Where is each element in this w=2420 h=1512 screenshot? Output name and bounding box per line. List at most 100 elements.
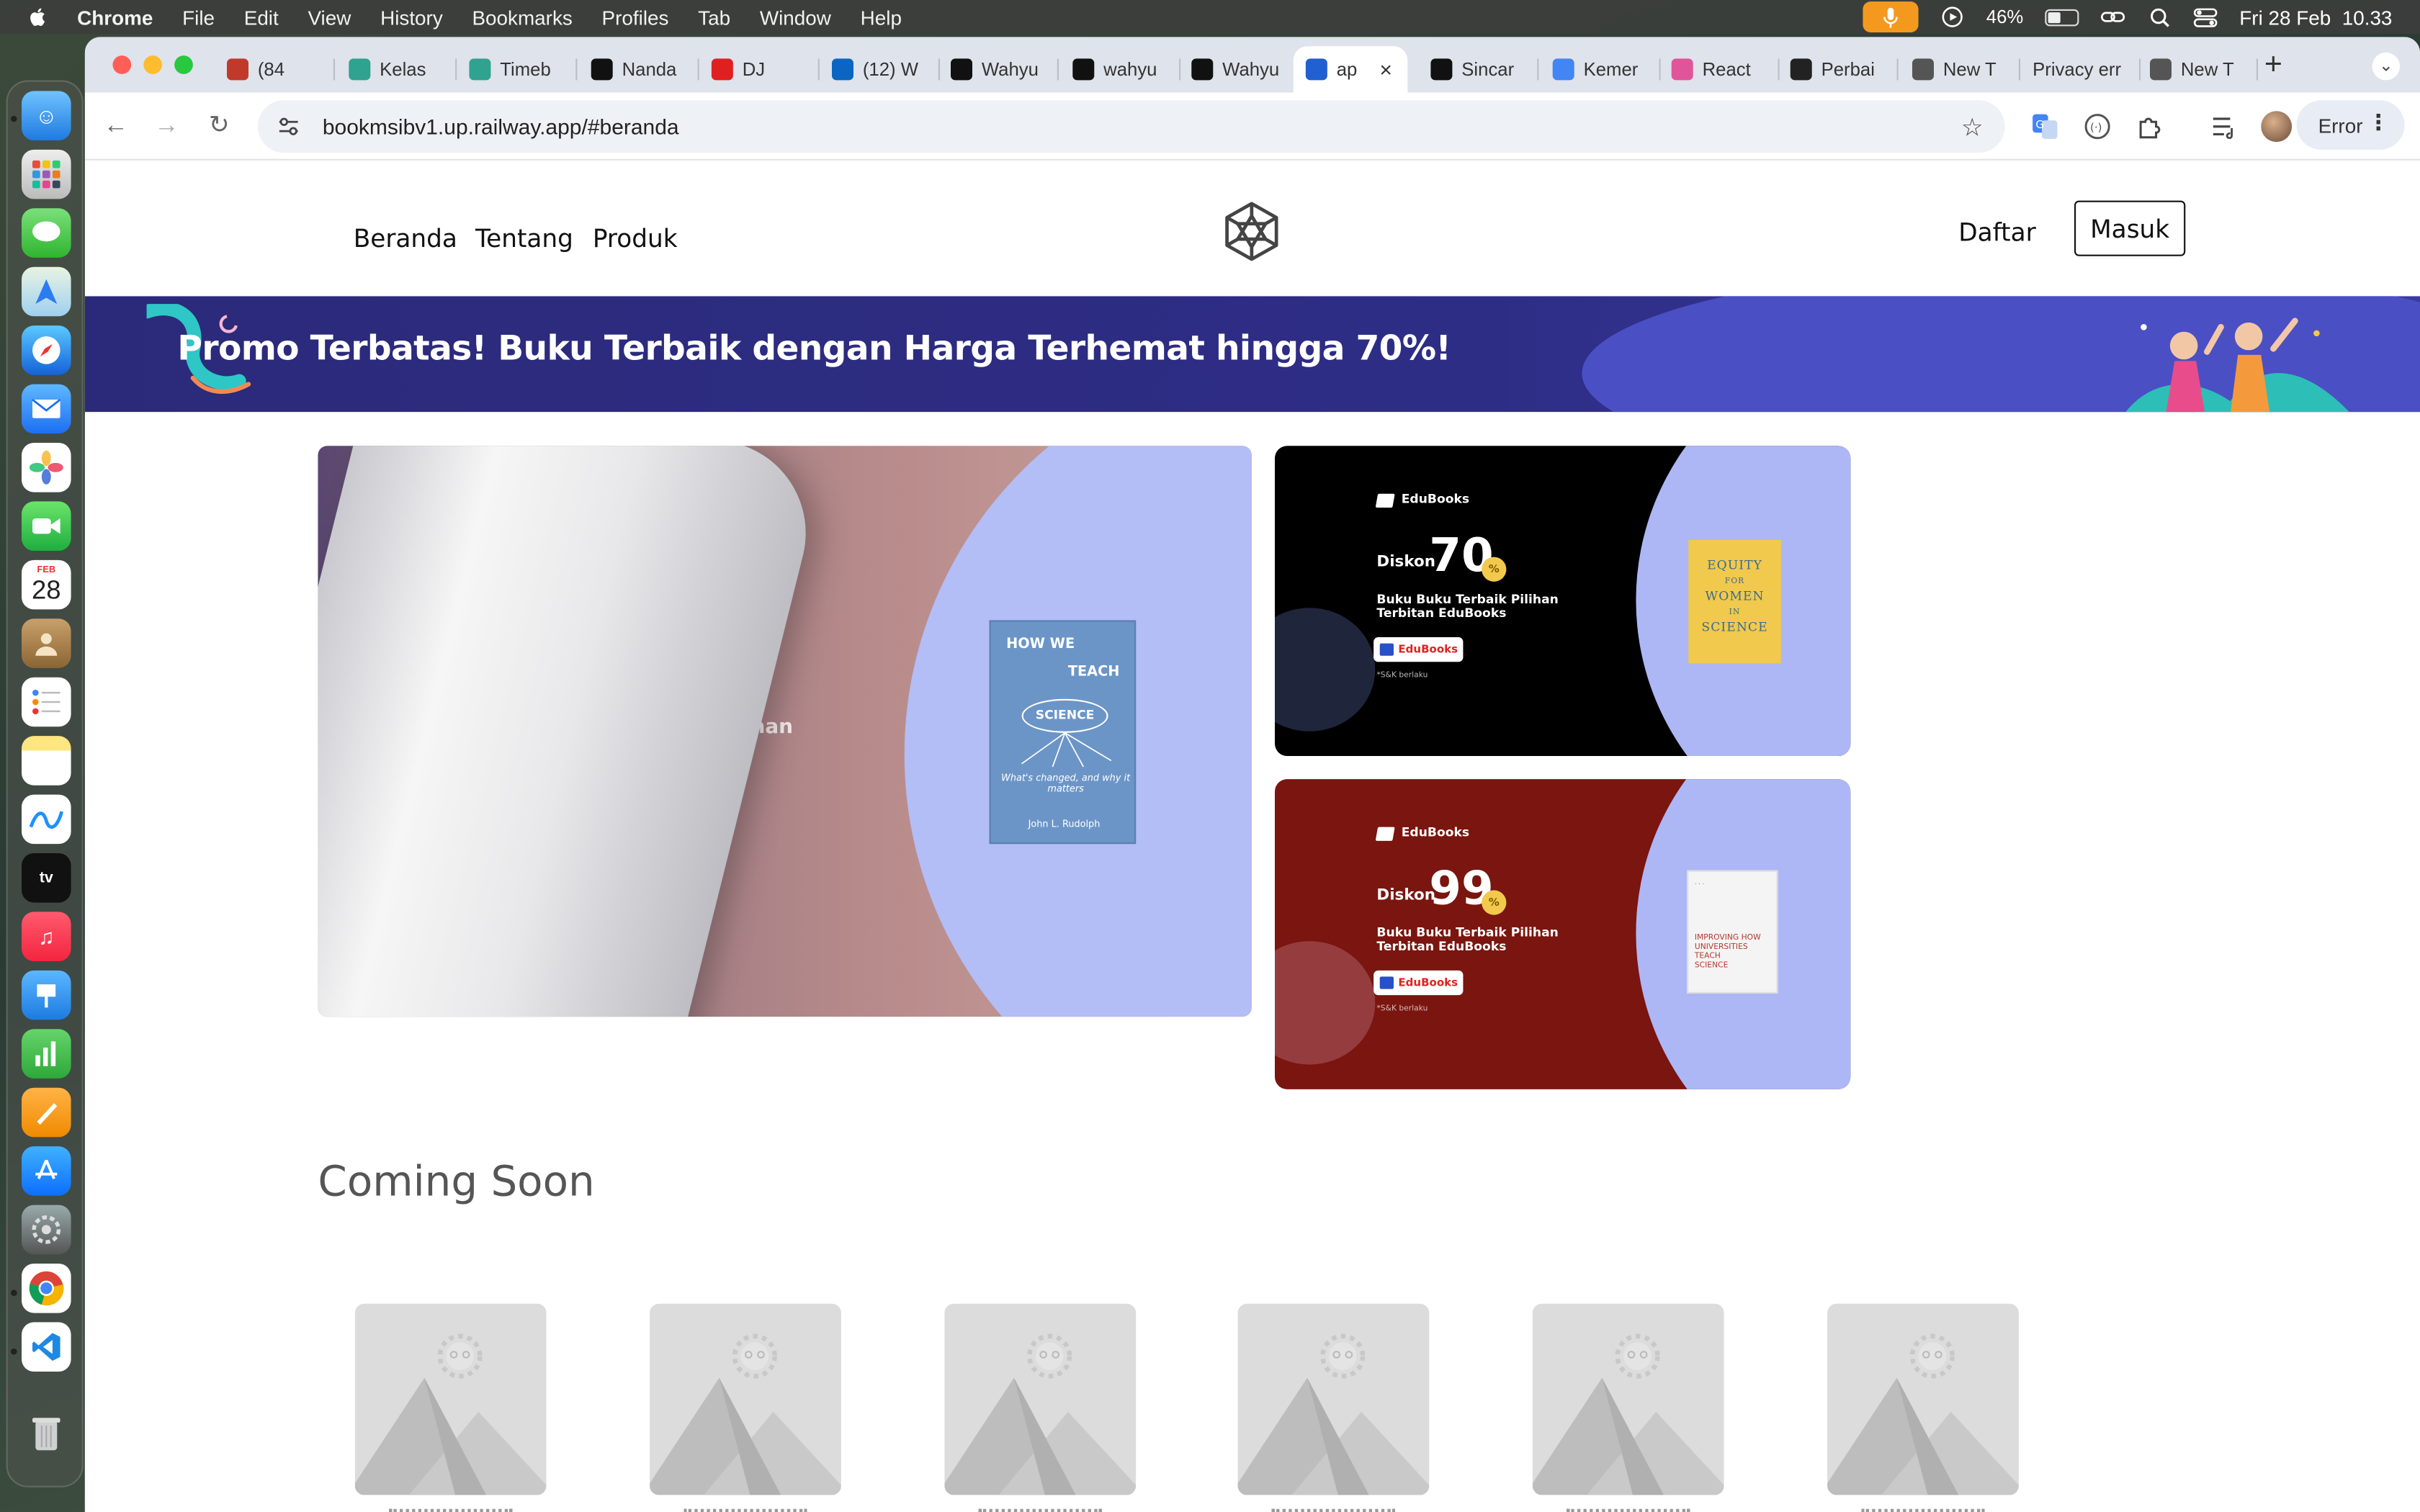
promo-card-diskon-99[interactable]: EduBooks Diskon 99 % Buku Buku Terbaik P… bbox=[1275, 779, 1851, 1089]
system-settings-icon[interactable] bbox=[22, 1205, 71, 1255]
book-cover-how-we-teach-science[interactable]: HOW WE TEACH SCIENCE What's changed, and… bbox=[989, 620, 1137, 845]
close-window-button[interactable] bbox=[112, 55, 132, 74]
bookmark-star-icon[interactable]: ☆ bbox=[1961, 112, 1984, 143]
media-controls-icon[interactable] bbox=[2210, 111, 2241, 142]
nav-beranda[interactable]: Beranda bbox=[354, 224, 457, 253]
zoom-window-button[interactable] bbox=[174, 55, 193, 74]
minimize-window-button[interactable] bbox=[143, 55, 162, 74]
control-center-icon[interactable] bbox=[2193, 6, 2218, 28]
chrome-icon[interactable] bbox=[22, 1264, 71, 1313]
menu-bookmarks[interactable]: Bookmarks bbox=[472, 6, 572, 29]
reload-icon[interactable]: ↻ bbox=[204, 111, 235, 142]
tab-5[interactable]: DJ bbox=[699, 46, 820, 92]
tab-separator bbox=[575, 58, 578, 81]
battery-percent: 46% bbox=[1986, 6, 2024, 28]
nav-produk[interactable]: Produk bbox=[593, 224, 678, 253]
photos-icon[interactable] bbox=[22, 443, 71, 492]
freeform-icon[interactable] bbox=[22, 794, 71, 845]
tab-10[interactable]: ap × bbox=[1293, 46, 1408, 93]
contacts-icon[interactable] bbox=[22, 618, 71, 668]
extensions-puzzle-icon[interactable] bbox=[2135, 111, 2166, 142]
mail-icon[interactable] bbox=[22, 384, 71, 434]
site-logo-icon[interactable] bbox=[1221, 201, 1283, 263]
coming-soon-item[interactable] bbox=[1827, 1303, 2019, 1495]
vscode-icon[interactable] bbox=[22, 1322, 71, 1372]
menu-file[interactable]: File bbox=[182, 6, 215, 29]
app-store-icon[interactable] bbox=[22, 1146, 71, 1196]
forward-arrow-icon[interactable]: → bbox=[151, 111, 182, 142]
tab-15[interactable]: New T bbox=[1900, 46, 2020, 92]
tab-17[interactable]: New T bbox=[2138, 46, 2258, 92]
back-arrow-icon[interactable]: ← bbox=[100, 111, 131, 142]
facetime-icon[interactable] bbox=[22, 501, 71, 551]
launchpad-icon[interactable] bbox=[22, 149, 71, 199]
close-tab-icon[interactable]: × bbox=[1379, 57, 1392, 81]
clock[interactable]: Fri 28 Feb 10.33 bbox=[2239, 6, 2392, 29]
promo-banner[interactable]: Promo Terbatas! Buku Terbaik dengan Harg… bbox=[84, 296, 2420, 413]
menu-history[interactable]: History bbox=[380, 6, 443, 29]
safari-icon[interactable] bbox=[22, 325, 71, 375]
tab-2[interactable]: Kelas bbox=[336, 46, 457, 92]
tab-13[interactable]: React bbox=[1659, 46, 1780, 92]
hero-carousel-slide[interactable]: % ik Pilihan ks HOW WE TEACH SCIENCE Wha… bbox=[318, 446, 1252, 1017]
menu-tab[interactable]: Tab bbox=[698, 6, 730, 29]
app-menu-chrome[interactable]: Chrome bbox=[77, 6, 153, 29]
messages-icon[interactable] bbox=[22, 208, 71, 258]
tab-3[interactable]: Timeb bbox=[457, 46, 578, 92]
tab-9[interactable]: Wahyu bbox=[1179, 46, 1300, 92]
site-settings-icon[interactable] bbox=[277, 114, 301, 139]
tab-12[interactable]: Kemer bbox=[1541, 46, 1661, 92]
play-circle-icon[interactable] bbox=[1940, 6, 1965, 28]
tab-6[interactable]: (12) W bbox=[820, 46, 940, 92]
google-translate-icon[interactable]: G bbox=[2030, 111, 2061, 142]
tab-11[interactable]: Sincar bbox=[1418, 46, 1539, 92]
reminders-icon[interactable] bbox=[22, 677, 71, 727]
apple-menu-icon[interactable] bbox=[28, 6, 50, 28]
menu-help[interactable]: Help bbox=[861, 6, 902, 29]
link-icon[interactable] bbox=[2100, 6, 2125, 28]
tab-7[interactable]: Wahyu bbox=[938, 46, 1059, 92]
address-bar[interactable]: bookmsibv1.up.railway.app/#beranda ☆ bbox=[257, 100, 2005, 153]
new-tab-button[interactable]: + bbox=[2258, 50, 2289, 81]
profile-avatar[interactable] bbox=[2261, 111, 2293, 143]
microphone-icon[interactable] bbox=[1863, 1, 1919, 33]
tab-8[interactable]: wahyu bbox=[1060, 46, 1181, 92]
apple-tv-icon[interactable]: tv bbox=[22, 853, 71, 903]
tab-4[interactable]: Nanda bbox=[579, 46, 699, 92]
coming-soon-item[interactable] bbox=[944, 1303, 1136, 1495]
music-icon[interactable]: ♫ bbox=[22, 912, 71, 961]
calendar-icon[interactable]: FEB 28 bbox=[22, 559, 71, 610]
menu-view[interactable]: View bbox=[308, 6, 351, 29]
trash-icon[interactable] bbox=[22, 1408, 71, 1458]
coming-soon-item[interactable] bbox=[354, 1303, 547, 1495]
url-text[interactable]: bookmsibv1.up.railway.app/#beranda bbox=[323, 114, 679, 139]
nav-tentang[interactable]: Tentang bbox=[475, 224, 573, 253]
menu-profiles[interactable]: Profiles bbox=[602, 6, 669, 29]
book-cover-improving-how-universities-teach-science[interactable]: . . . IMPROVING HOW UNIVERSITIES TEACH S… bbox=[1687, 870, 1778, 994]
masuk-button[interactable]: Masuk bbox=[2074, 200, 2186, 256]
tab-1[interactable]: (84 bbox=[215, 46, 335, 92]
notes-icon[interactable] bbox=[22, 736, 71, 786]
battery-icon[interactable] bbox=[2045, 8, 2079, 26]
spotlight-search-icon[interactable] bbox=[2147, 6, 2172, 28]
menu-window[interactable]: Window bbox=[760, 6, 831, 29]
coming-soon-item[interactable] bbox=[1238, 1303, 1430, 1495]
daftar-button[interactable]: Daftar bbox=[1958, 217, 2035, 247]
promo-card-diskon-70[interactable]: EduBooks Diskon 70 % Buku Buku Terbaik P… bbox=[1275, 446, 1851, 756]
extension-circle-icon[interactable]: (·) bbox=[2082, 111, 2113, 142]
tab-16[interactable]: Privacy err bbox=[2020, 46, 2141, 92]
book-cover-equity-for-women-in-science[interactable]: EQUITY FOR WOMEN IN SCIENCE bbox=[1688, 540, 1781, 664]
tab-search-chevron-icon[interactable]: ⌄ bbox=[2372, 52, 2401, 81]
tab-label: DJ bbox=[742, 58, 766, 81]
maps-icon[interactable] bbox=[22, 266, 71, 317]
finder-icon[interactable]: ☺ bbox=[22, 91, 71, 140]
coming-soon-item[interactable] bbox=[649, 1303, 841, 1495]
tab-14[interactable]: Perbai bbox=[1778, 46, 1899, 92]
coming-soon-item[interactable] bbox=[1533, 1303, 1724, 1495]
profile-error-button[interactable]: Error ⋮ bbox=[2296, 100, 2405, 150]
more-options-icon[interactable]: ⋮ bbox=[2367, 109, 2389, 135]
numbers-icon[interactable] bbox=[22, 1029, 71, 1079]
pages-icon[interactable] bbox=[22, 1087, 71, 1138]
menu-edit[interactable]: Edit bbox=[244, 6, 279, 29]
keynote-icon[interactable] bbox=[22, 970, 71, 1020]
